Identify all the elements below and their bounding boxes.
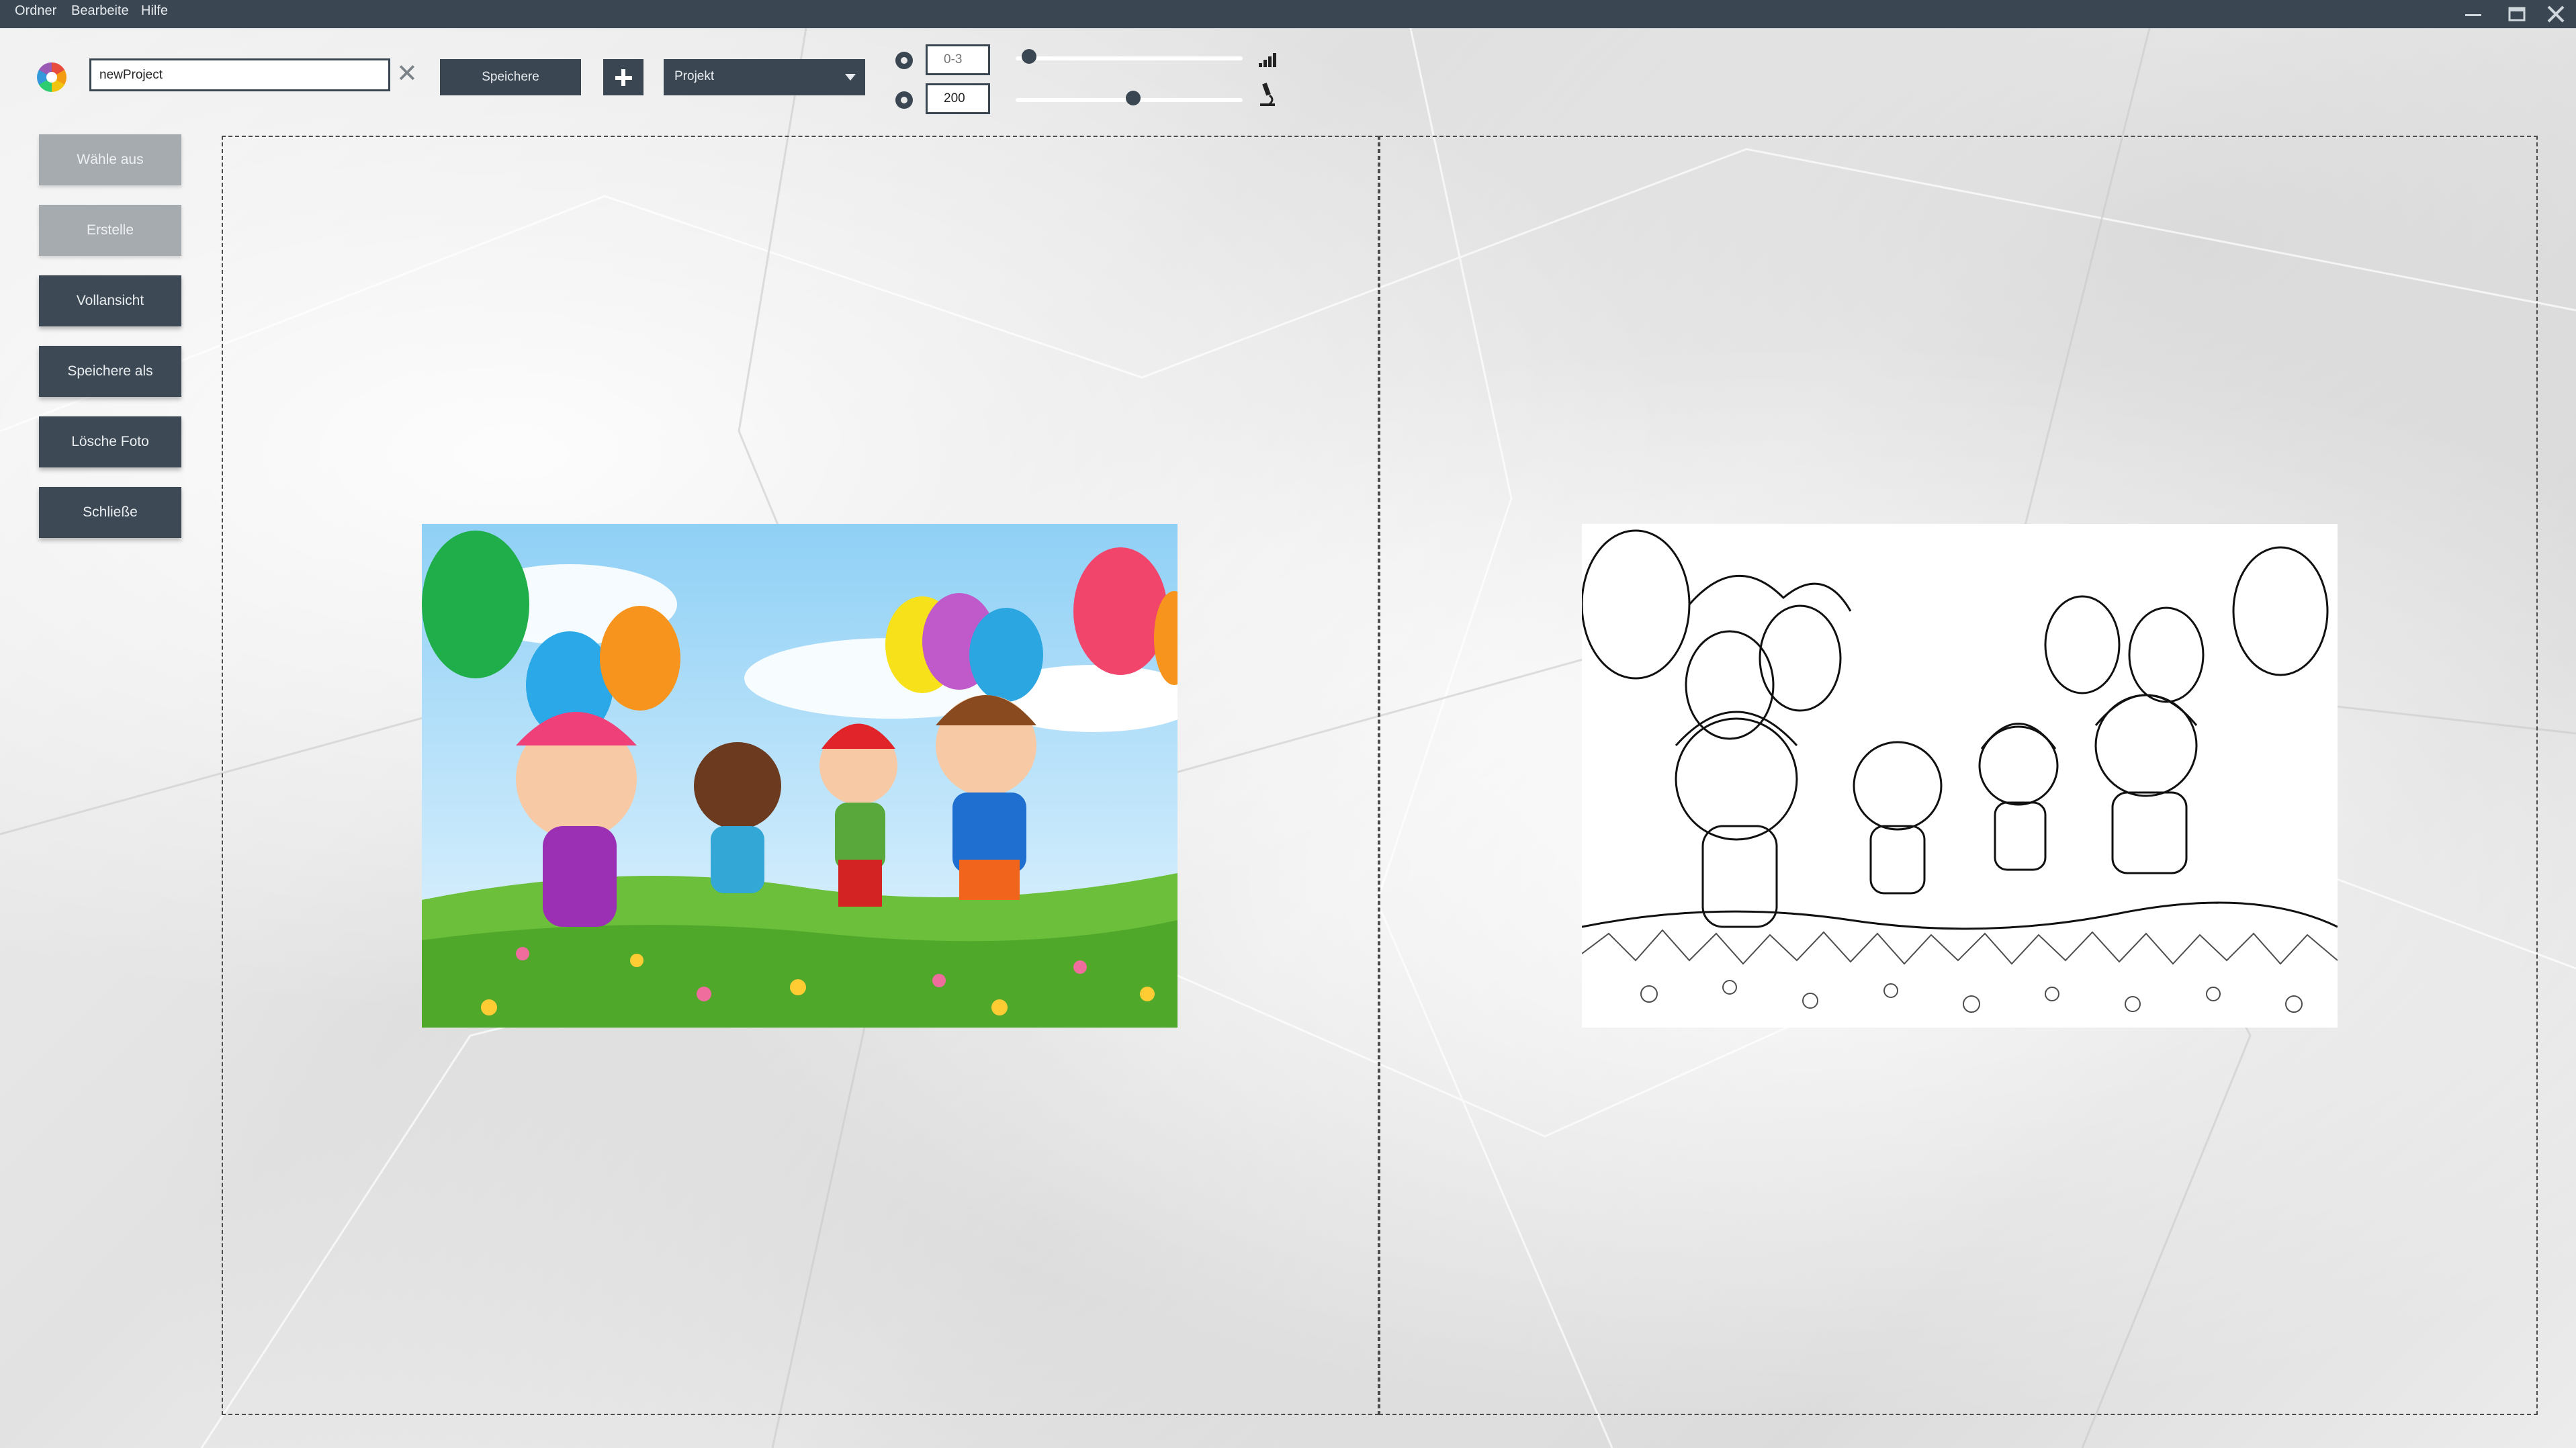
save-as-button[interactable]: Speichere als: [39, 346, 181, 397]
close-window-button[interactable]: [2536, 0, 2576, 28]
chevron-down-icon: [845, 74, 856, 81]
microscope-icon: [1257, 82, 1278, 114]
select-button[interactable]: Wähle aus: [39, 134, 181, 185]
title-bar: Ordner Bearbeite Hilfe: [0, 0, 2576, 28]
maximize-button[interactable]: [2497, 0, 2537, 28]
app-logo: [37, 62, 66, 92]
detail-field[interactable]: [926, 83, 990, 114]
delete-photo-button[interactable]: Lösche Foto: [39, 416, 181, 467]
radio-option-1[interactable]: [895, 52, 913, 69]
project-select[interactable]: Projekt: [664, 59, 865, 95]
add-button[interactable]: [603, 59, 643, 95]
close-button[interactable]: Schließe: [39, 487, 181, 538]
save-button[interactable]: Speichere: [440, 59, 581, 95]
menu-hilfe[interactable]: Hilfe: [141, 3, 168, 19]
minimize-icon: [2465, 14, 2481, 16]
full-view-button[interactable]: Vollansicht: [39, 275, 181, 326]
radio-option-2[interactable]: [895, 91, 913, 109]
threshold-field[interactable]: [926, 44, 990, 75]
create-button[interactable]: Erstelle: [39, 205, 181, 256]
sketch-photo: [1582, 524, 2338, 1028]
menu-bearbeite[interactable]: Bearbeite: [71, 3, 129, 19]
menu-ordner[interactable]: Ordner: [15, 3, 56, 19]
original-photo: [422, 524, 1178, 1028]
threshold-slider[interactable]: [1016, 56, 1243, 60]
project-name-input[interactable]: [89, 58, 390, 91]
close-icon[interactable]: ✕: [396, 59, 418, 89]
project-select-value: Projekt: [674, 69, 715, 83]
maximize-icon: [2508, 7, 2526, 21]
close-window-icon: [2547, 5, 2565, 23]
minimize-button[interactable]: [2453, 0, 2493, 28]
signal-bars-icon: [1257, 51, 1278, 73]
